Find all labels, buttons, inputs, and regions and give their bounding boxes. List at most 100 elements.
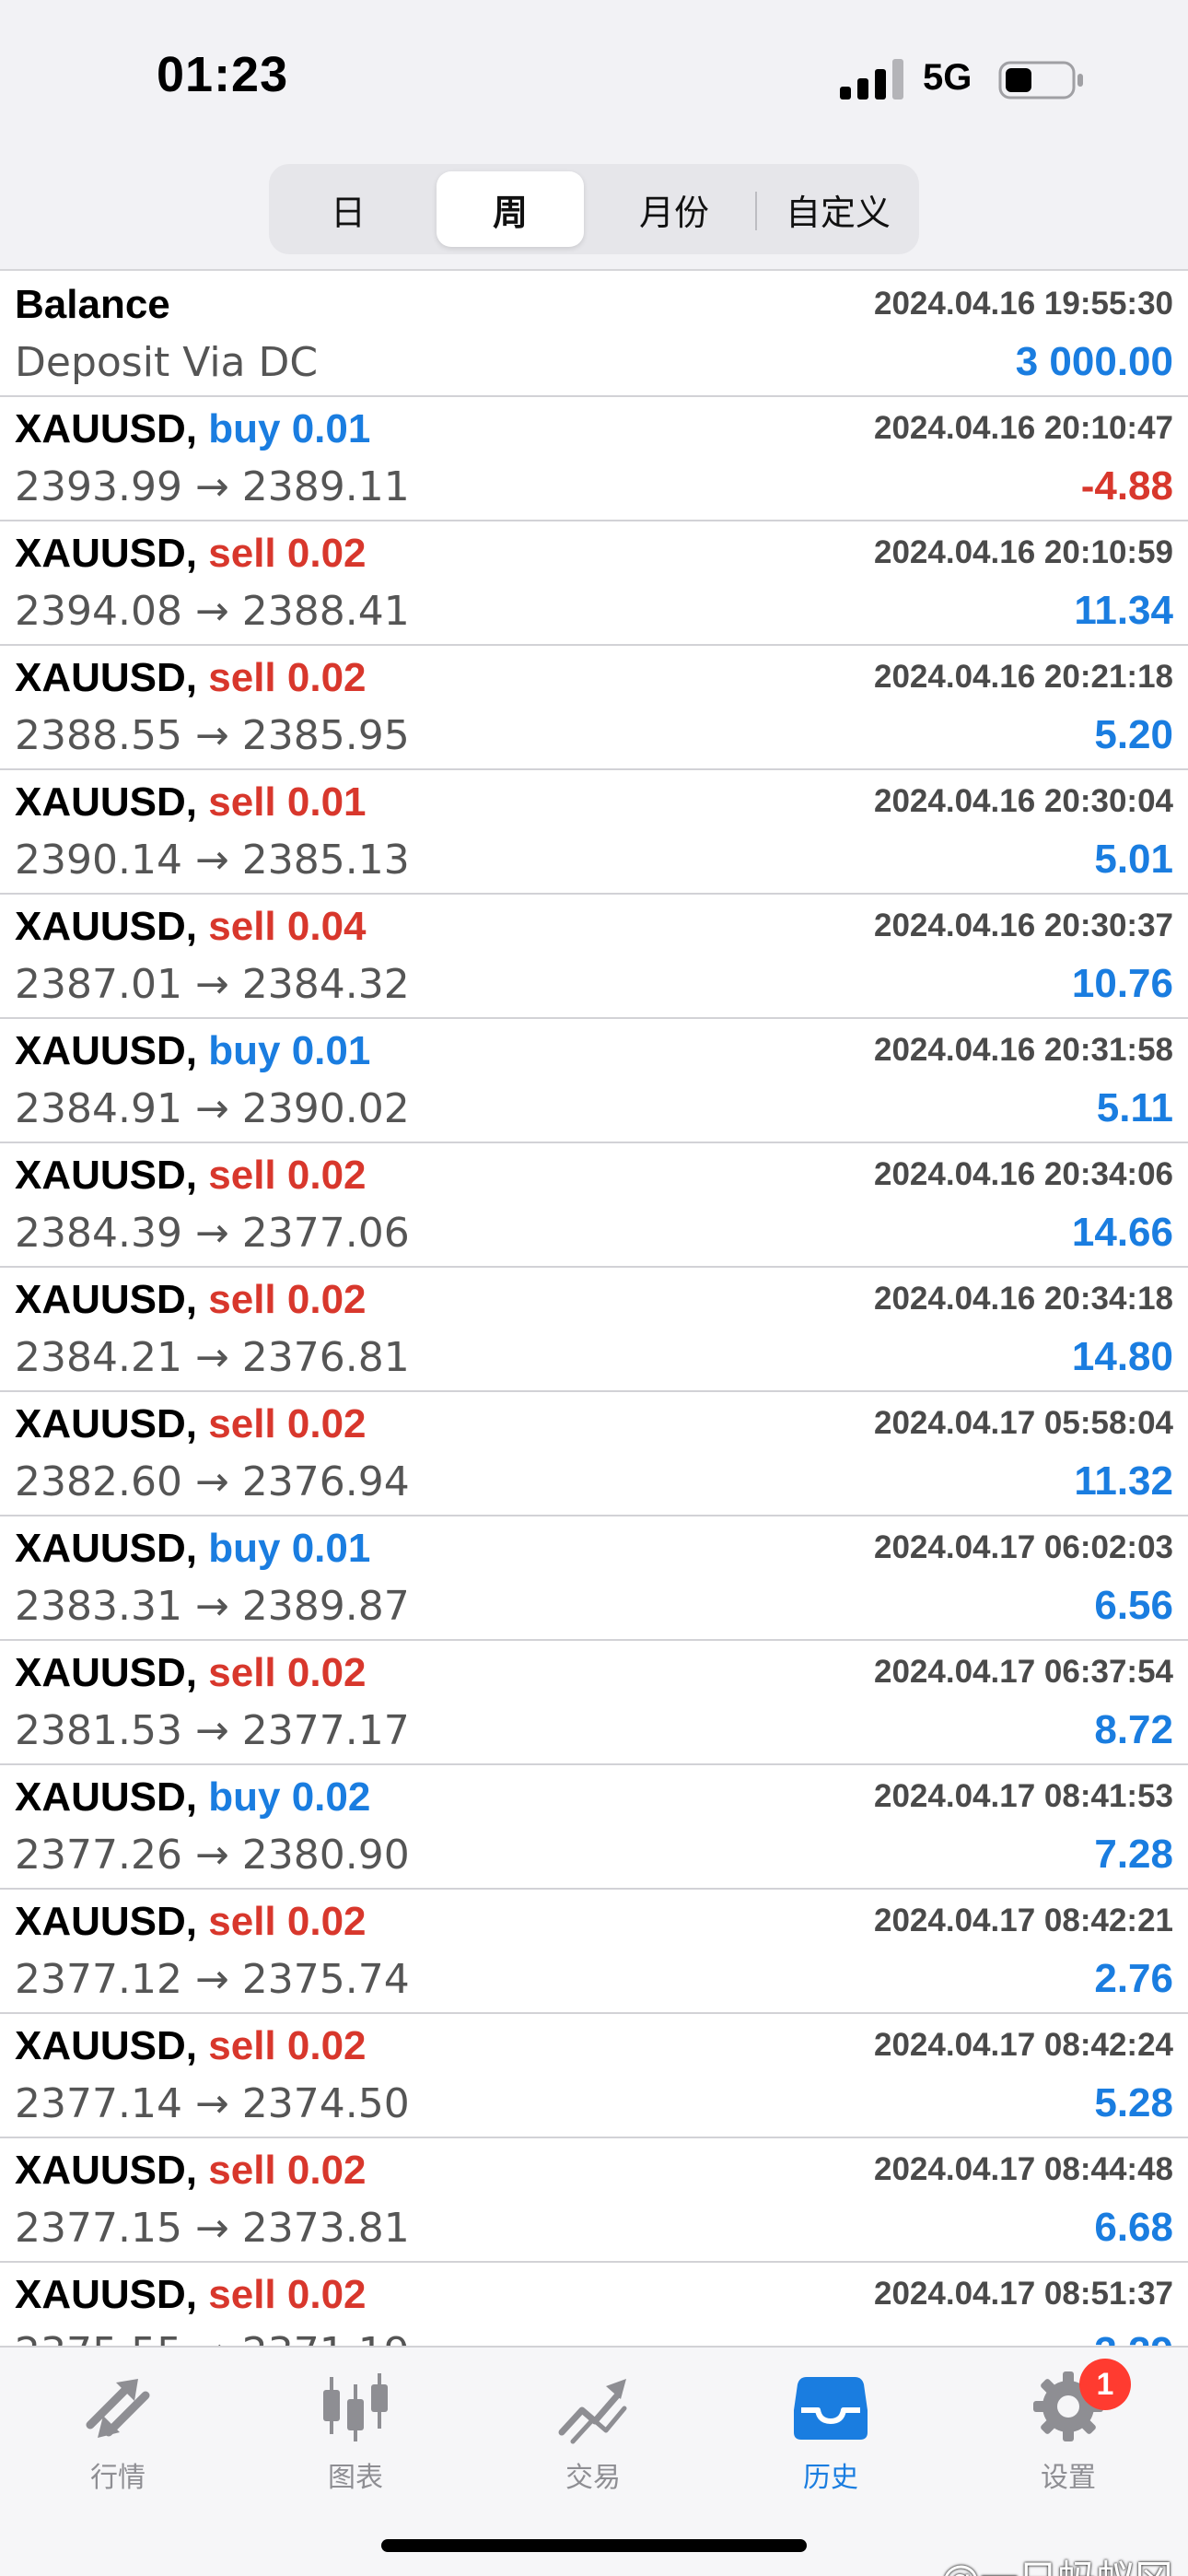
history-row[interactable]: XAUUSD, sell 0.02 2024.04.17 05:58:04 2382… — [0, 1392, 1188, 1516]
watermark-text: @一只蚂蚁冈 — [941, 2548, 1173, 2576]
history-row[interactable]: XAUUSD, sell 0.02 2024.04.16 20:34:18 2384… — [0, 1268, 1188, 1392]
row-prices: 2384.39 → 2377.06 — [15, 1210, 410, 1257]
history-row[interactable]: XAUUSD, sell 0.02 2024.04.17 08:42:21 2377… — [0, 1890, 1188, 2014]
history-row[interactable]: XAUUSD, buy 0.01 2024.04.17 06:02:03 2383.… — [0, 1516, 1188, 1641]
row-title: XAUUSD, sell 0.02 — [15, 1277, 367, 1323]
row-timestamp: 2024.04.16 20:30:04 — [874, 783, 1173, 819]
row-title: XAUUSD, sell 0.02 — [15, 655, 367, 701]
history-row[interactable]: XAUUSD, sell 0.04 2024.04.16 20:30:37 2387… — [0, 895, 1188, 1019]
row-side-volume: sell 0.02 — [208, 2148, 367, 2193]
row-timestamp: 2024.04.17 06:37:54 — [874, 1654, 1173, 1690]
history-row[interactable]: XAUUSD, sell 0.02 2024.04.17 06:37:54 2381… — [0, 1641, 1188, 1765]
segment-day[interactable]: 日 — [274, 171, 422, 247]
row-title: XAUUSD, sell 0.02 — [15, 1899, 367, 1945]
segment-custom[interactable]: 自定义 — [764, 171, 912, 247]
trade-trend-icon — [558, 2379, 627, 2444]
row-prices: 2383.31 → 2389.87 — [15, 1583, 410, 1630]
row-side-volume: sell 0.04 — [208, 904, 367, 949]
row-side-volume: buy 0.02 — [208, 1774, 371, 1820]
tab-quotes-label: 行情 — [90, 2462, 146, 2494]
row-timestamp: 2024.04.17 06:02:03 — [874, 1529, 1173, 1565]
row-title: XAUUSD, sell 0.02 — [15, 1153, 367, 1199]
row-prices: 2384.91 → 2390.02 — [15, 1085, 410, 1132]
row-symbol: XAUUSD, — [15, 655, 198, 700]
period-segmented-control: 日 周 月份 自定义 — [269, 164, 919, 254]
row-title: XAUUSD, buy 0.02 — [15, 1774, 370, 1821]
history-row[interactable]: XAUUSD, sell 0.02 2024.04.16 20:34:06 2384… — [0, 1143, 1188, 1268]
row-symbol: XAUUSD, — [15, 531, 198, 576]
row-timestamp: 2024.04.17 08:44:48 — [874, 2151, 1173, 2187]
tab-settings[interactable]: 1 设置 — [995, 2359, 1142, 2506]
tab-settings-label: 设置 — [1041, 2462, 1096, 2494]
tab-chart[interactable]: 图表 — [282, 2368, 429, 2506]
row-timestamp: 2024.04.17 08:42:24 — [874, 2027, 1173, 2063]
row-timestamp: 2024.04.17 08:42:21 — [874, 1903, 1173, 1938]
row-side-volume: sell 0.02 — [208, 1899, 367, 1944]
quotes-arrows-icon — [86, 2379, 150, 2438]
row-side-volume: sell 0.02 — [208, 2272, 367, 2317]
row-symbol: XAUUSD, — [15, 1899, 198, 1944]
row-timestamp: 2024.04.16 20:34:06 — [874, 1156, 1173, 1192]
row-symbol: XAUUSD, — [15, 2148, 198, 2193]
row-symbol: XAUUSD, — [15, 406, 198, 451]
row-title: XAUUSD, sell 0.02 — [15, 1401, 367, 1447]
row-timestamp: 2024.04.17 08:41:53 — [874, 1778, 1173, 1814]
row-side-volume: sell 0.02 — [208, 1650, 367, 1695]
row-timestamp: 2024.04.16 20:10:47 — [874, 410, 1173, 446]
period-header: 日 周 月份 自定义 — [0, 157, 1188, 271]
row-prices: 2377.26 → 2380.90 — [15, 1832, 410, 1879]
row-profit: 3.29 — [1094, 2329, 1173, 2346]
history-row[interactable]: XAUUSD, sell 0.02 2024.04.17 08:51:37 2375… — [0, 2263, 1188, 2346]
row-profit: 7.28 — [1094, 1832, 1173, 1877]
row-profit: 5.11 — [1096, 1085, 1173, 1130]
row-prices: 2377.14 → 2374.50 — [15, 2080, 410, 2127]
history-row[interactable]: Balance 2024.04.16 19:55:30 Deposit Via D… — [0, 273, 1188, 397]
row-profit: 6.56 — [1094, 1583, 1173, 1628]
row-profit: 10.76 — [1071, 961, 1173, 1006]
row-side-volume: sell 0.02 — [208, 531, 367, 576]
row-timestamp: 2024.04.16 20:31:58 — [874, 1032, 1173, 1068]
row-symbol: XAUUSD, — [15, 1028, 198, 1073]
row-side-volume: sell 0.02 — [208, 1277, 367, 1322]
row-profit: 14.66 — [1071, 1210, 1173, 1255]
candlestick-chart-icon — [323, 2373, 388, 2441]
row-side-volume: buy 0.01 — [208, 1526, 371, 1571]
row-profit: 11.34 — [1074, 588, 1173, 633]
row-prices: 2377.15 → 2373.81 — [15, 2205, 410, 2252]
history-row[interactable]: XAUUSD, sell 0.02 2024.04.17 08:44:48 2377… — [0, 2138, 1188, 2263]
history-row[interactable]: XAUUSD, sell 0.02 2024.04.16 20:21:18 2388… — [0, 646, 1188, 770]
network-type: 5G — [923, 57, 973, 98]
row-prices: 2393.99 → 2389.11 — [15, 463, 410, 510]
row-prices: 2382.60 → 2376.94 — [15, 1458, 410, 1505]
row-symbol: XAUUSD, — [15, 2272, 198, 2317]
row-prices: 2375.55 → 2371.19 — [15, 2329, 410, 2346]
tab-history[interactable]: 历史 — [757, 2368, 904, 2506]
row-title: XAUUSD, buy 0.01 — [15, 406, 370, 452]
history-row[interactable]: XAUUSD, buy 0.02 2024.04.17 08:41:53 2377.… — [0, 1765, 1188, 1890]
home-indicator[interactable] — [381, 2539, 807, 2552]
tab-trade[interactable]: 交易 — [519, 2368, 667, 2506]
row-symbol: XAUUSD, — [15, 2023, 198, 2068]
row-timestamp: 2024.04.17 05:58:04 — [874, 1405, 1173, 1441]
tab-quotes[interactable]: 行情 — [44, 2368, 192, 2506]
row-profit: 2.76 — [1094, 1956, 1173, 2001]
battery-icon — [998, 61, 1083, 100]
history-row[interactable]: XAUUSD, sell 0.01 2024.04.16 20:30:04 2390… — [0, 770, 1188, 895]
tab-history-label: 历史 — [803, 2462, 858, 2494]
history-row[interactable]: XAUUSD, sell 0.02 2024.04.17 08:42:24 2377… — [0, 2014, 1188, 2138]
history-list[interactable]: Balance 2024.04.16 19:55:30 Deposit Via D… — [0, 273, 1188, 2346]
row-prices: 2381.53 → 2377.17 — [15, 1707, 410, 1754]
row-side-volume: sell 0.02 — [208, 1153, 367, 1198]
history-row[interactable]: XAUUSD, sell 0.02 2024.04.16 20:10:59 2394… — [0, 521, 1188, 646]
segment-week[interactable]: 周 — [437, 171, 584, 247]
row-side-volume: buy 0.01 — [208, 1028, 371, 1073]
segment-month[interactable]: 月份 — [600, 171, 748, 247]
row-timestamp: 2024.04.16 20:34:18 — [874, 1281, 1173, 1317]
row-symbol: Balance — [15, 282, 170, 327]
history-row[interactable]: XAUUSD, buy 0.01 2024.04.16 20:31:58 2384.… — [0, 1019, 1188, 1143]
row-title: XAUUSD, sell 0.01 — [15, 779, 367, 825]
row-timestamp: 2024.04.17 08:51:37 — [874, 2276, 1173, 2312]
row-symbol: XAUUSD, — [15, 1774, 198, 1820]
history-row[interactable]: XAUUSD, buy 0.01 2024.04.16 20:10:47 2393.… — [0, 397, 1188, 521]
tab-trade-label: 交易 — [565, 2462, 621, 2494]
